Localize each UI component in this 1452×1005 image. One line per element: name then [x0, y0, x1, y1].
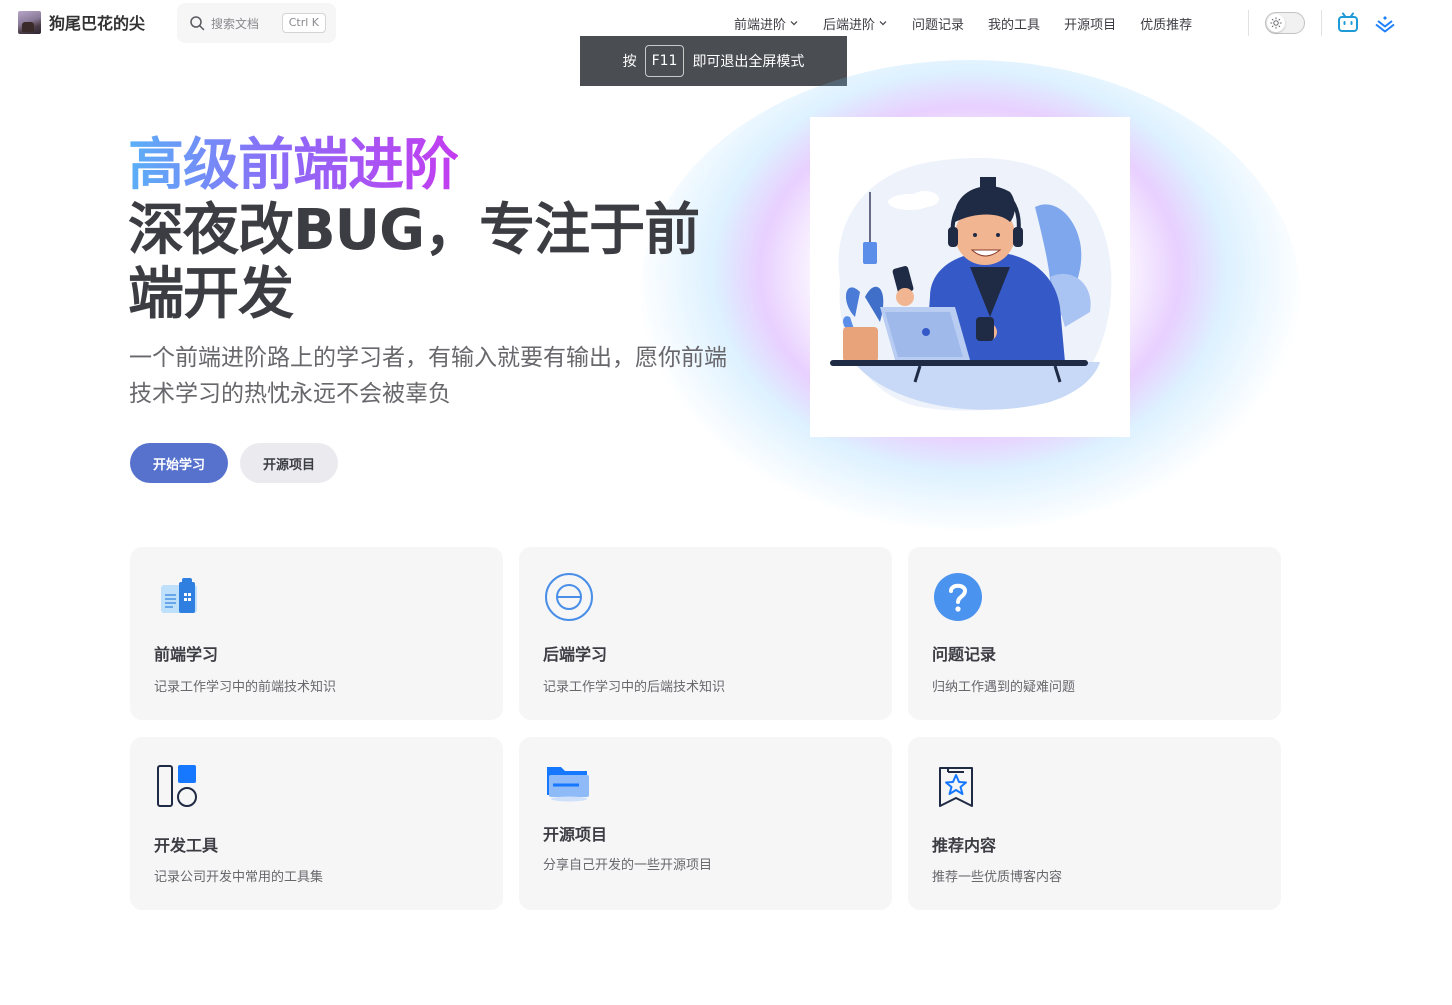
nav-item-label: 前端进阶 [734, 17, 787, 33]
nav-item-backend[interactable]: 后端进阶 [811, 14, 900, 33]
search-icon [190, 16, 205, 31]
feature-title: 前端学习 [154, 645, 219, 664]
site-logo [18, 10, 41, 34]
feature-card-opensource[interactable]: 开源项目 分享自己开发的一些开源项目 [519, 737, 892, 910]
nav-divider [1321, 10, 1322, 36]
bilibili-icon[interactable] [1337, 12, 1359, 34]
search-button[interactable]: 搜索文档 Ctrl K [177, 3, 336, 43]
feature-card-tools[interactable]: 开发工具 记录公司开发中常用的工具集 [130, 737, 503, 910]
backend-circle-icon [545, 573, 593, 621]
nav-item-tools[interactable]: 我的工具 [976, 14, 1052, 33]
fullscreen-exit-toast: 按 F11 即可退出全屏模式 [580, 36, 847, 86]
feature-card-issues[interactable]: 问题记录 归纳工作遇到的疑难问题 [908, 547, 1281, 720]
search-placeholder: 搜索文档 [211, 16, 260, 31]
open-source-button[interactable]: 开源项目 [240, 443, 338, 483]
start-learning-button[interactable]: 开始学习 [130, 443, 228, 483]
nav-item-label: 优质推荐 [1140, 17, 1193, 33]
nav-item-label: 后端进阶 [823, 17, 876, 33]
site-brand-link[interactable]: 狗尾巴花的尖 [18, 10, 145, 34]
nav-item-frontend[interactable]: 前端进阶 [722, 14, 811, 33]
toast-prefix: 按 [622, 54, 637, 70]
chevron-down-icon [879, 21, 887, 26]
developer-illustration [830, 157, 1112, 411]
feature-title: 后端学习 [543, 645, 608, 664]
folder-icon [547, 767, 589, 802]
nav-item-label: 我的工具 [988, 17, 1041, 33]
feature-desc: 归纳工作遇到的疑难问题 [932, 680, 1076, 695]
nav-item-opensource[interactable]: 开源项目 [1052, 14, 1128, 33]
feature-desc: 记录工作学习中的后端技术知识 [543, 680, 726, 695]
switch-knob [1267, 14, 1285, 32]
sun-icon [1270, 17, 1282, 29]
hero-text: 深夜改BUG，专注于前端开发 [128, 198, 700, 327]
hero-image [810, 117, 1130, 437]
hero-name: 高级前端进阶 [128, 133, 459, 198]
question-icon [934, 573, 982, 621]
feature-card-recommend[interactable]: 推荐内容 推荐一些优质博客内容 [908, 737, 1281, 910]
feature-title: 开源项目 [543, 825, 608, 844]
tools-icon [157, 765, 197, 807]
feature-card-frontend[interactable]: 前端学习 记录工作学习中的前端技术知识 [130, 547, 503, 720]
toast-key: F11 [644, 45, 685, 77]
feature-desc: 推荐一些优质博客内容 [932, 870, 1063, 885]
star-badge-icon [939, 767, 973, 807]
chevron-down-icon [790, 21, 798, 26]
nav-item-label: 开源项目 [1064, 17, 1117, 33]
feature-desc: 记录工作学习中的前端技术知识 [154, 680, 337, 695]
nav-item-issues[interactable]: 问题记录 [900, 14, 976, 33]
juejin-icon[interactable] [1374, 12, 1396, 34]
feature-title: 开发工具 [154, 836, 219, 855]
feature-title: 推荐内容 [932, 836, 997, 855]
hero-tagline: 一个前端进阶路上的学习者，有输入就要有输出，愿你前端技术学习的热忱永远不会被辜负 [129, 345, 727, 407]
book-icon [161, 578, 197, 613]
search-shortcut-badge: Ctrl K [281, 13, 326, 33]
feature-card-backend[interactable]: 后端学习 记录工作学习中的后端技术知识 [519, 547, 892, 720]
nav-divider [1248, 10, 1249, 36]
toast-suffix: 即可退出全屏模式 [692, 54, 805, 70]
appearance-toggle[interactable] [1265, 12, 1305, 34]
nav-item-label: 问题记录 [912, 17, 965, 33]
feature-desc: 记录公司开发中常用的工具集 [154, 870, 324, 885]
nav-item-recommend[interactable]: 优质推荐 [1128, 14, 1204, 33]
feature-title: 问题记录 [932, 645, 997, 664]
site-title: 狗尾巴花的尖 [49, 14, 146, 33]
feature-desc: 分享自己开发的一些开源项目 [543, 858, 713, 873]
